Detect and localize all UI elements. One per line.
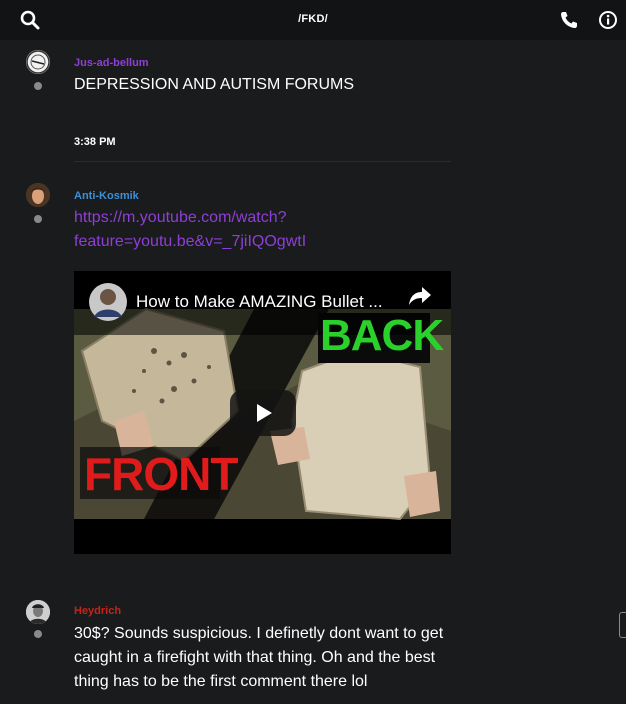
timestamp: 3:38 PM (74, 136, 116, 148)
message-line: caught in a firefight with that thing. O… (74, 649, 436, 666)
username[interactable]: Jus-ad-bellum (74, 57, 149, 69)
status-dot (34, 630, 42, 638)
status-dot (34, 215, 42, 223)
status-dot (34, 82, 42, 90)
side-panel-handle[interactable] (619, 612, 626, 638)
info-icon[interactable] (598, 10, 618, 30)
share-icon[interactable] (408, 286, 432, 306)
divider (74, 161, 451, 162)
username[interactable]: Anti-Kosmik (74, 190, 139, 202)
phone-icon[interactable] (559, 10, 579, 30)
top-bar: /FKD/ (0, 0, 626, 40)
avatar-image (26, 600, 50, 624)
video-embed[interactable]: BACK FRONT How to Make AMAZING Bullet ..… (74, 271, 451, 554)
link-line[interactable]: https://m.youtube.com/watch? (74, 209, 287, 226)
message-link[interactable]: https://m.youtube.com/watch? feature=you… (74, 206, 306, 254)
message-list[interactable]: Jus-ad-bellum DEPRESSION AND AUTISM FORU… (0, 40, 626, 704)
message-text: DEPRESSION AND AUTISM FORUMS (74, 76, 355, 93)
channel-title: /FKD/ (298, 13, 328, 25)
avatar[interactable] (26, 50, 50, 74)
message-text: 30$? Sounds suspicious. I definetly dont… (74, 622, 443, 694)
thumbnail-back-label: BACK (320, 311, 444, 360)
avatar[interactable] (26, 183, 50, 207)
message-line: 30$? Sounds suspicious. I definetly dont… (74, 625, 444, 642)
avatar[interactable] (26, 600, 50, 624)
link-line[interactable]: feature=youtu.be&v=_7jiIQOgwtI (74, 233, 306, 250)
thumbnail-front-label: FRONT (84, 448, 238, 500)
message-line: thing has to be the first comment there … (74, 673, 368, 690)
play-icon (257, 404, 272, 422)
avatar-image (26, 183, 50, 207)
avatar-image (26, 50, 50, 74)
video-title[interactable]: How to Make AMAZING Bullet ... (136, 292, 383, 312)
play-button[interactable] (230, 390, 296, 436)
username[interactable]: Heydrich (74, 605, 121, 617)
